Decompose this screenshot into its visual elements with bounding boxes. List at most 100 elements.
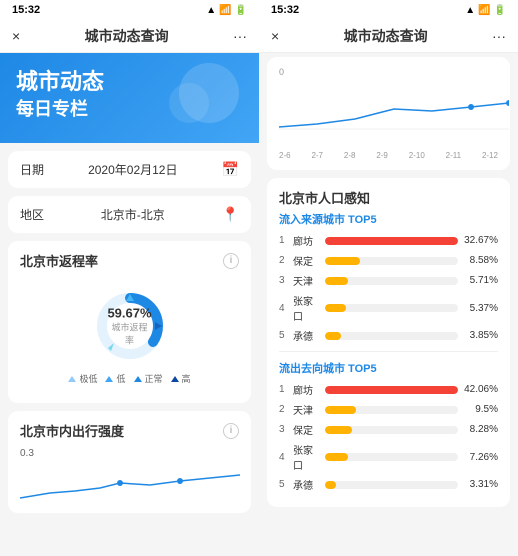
outflow-rank-1: 1	[279, 384, 289, 395]
inflow-rank-5: 5	[279, 330, 289, 341]
outflow-rank-5: 5	[279, 479, 289, 490]
label-3: 2-9	[376, 151, 388, 160]
outflow-pct-3: 8.28%	[462, 424, 498, 435]
outflow-label: 流出去向城市 TOP5	[279, 360, 498, 376]
label-5: 2-11	[446, 151, 461, 160]
outflow-track-4	[325, 453, 458, 461]
outflow-track-2	[325, 406, 458, 414]
wifi-icon-right: ▲	[465, 5, 475, 16]
hero-deco2	[169, 83, 209, 123]
return-rate-title: 北京市返程率	[20, 251, 98, 270]
activity-header: 北京市内出行强度 i	[20, 421, 239, 440]
outflow-name-2: 天津	[293, 402, 321, 417]
outflow-track-5	[325, 481, 458, 489]
outflow-bars: 1 廊坊 42.06% 2 天津 9.5% 3	[279, 382, 498, 492]
right-phone: 15:32 ▲ 📶 🔋 × 城市动态查询 ··· 0	[259, 0, 518, 556]
battery-icon-right: 🔋	[494, 5, 506, 16]
inflow-name-3: 天津	[293, 273, 321, 288]
inflow-fill-5	[325, 332, 341, 340]
status-icons-left: ▲ 📶 🔋	[206, 5, 247, 16]
label-1: 2-7	[311, 151, 323, 160]
bar-chart-area	[279, 79, 498, 149]
date-label: 日期	[20, 161, 44, 178]
legend-icon-3	[134, 376, 142, 382]
legend-item-4: 高	[171, 372, 191, 385]
legend-icon-4	[171, 376, 179, 382]
label-0: 2-6	[279, 151, 291, 160]
donut-container: 59.67% 城市返程率 极低 低 正常	[20, 278, 239, 393]
legend-label-4: 高	[182, 372, 191, 385]
outflow-rank-3: 3	[279, 424, 289, 435]
outflow-name-1: 廊坊	[293, 382, 321, 397]
line-chart-svg	[279, 89, 509, 139]
menu-icon-right[interactable]: ···	[492, 28, 506, 44]
outflow-row-1: 1 廊坊 42.06%	[279, 382, 498, 397]
legend-icon-2	[105, 376, 113, 382]
inflow-track-5	[325, 332, 458, 340]
label-4: 2-10	[409, 151, 425, 160]
outflow-rank-2: 2	[279, 404, 289, 415]
outflow-row-5: 5 承德 3.31%	[279, 477, 498, 492]
return-rate-card: 北京市返程率 i 59.67%	[8, 241, 251, 403]
inflow-row-5: 5 承德 3.85%	[279, 328, 498, 343]
inflow-rank-3: 3	[279, 275, 289, 286]
outflow-fill-4	[325, 453, 348, 461]
inflow-row-3: 3 天津 5.71%	[279, 273, 498, 288]
signal-icon-right: 📶	[478, 5, 490, 16]
location-icon[interactable]: 📍	[222, 206, 239, 223]
inflow-rank-4: 4	[279, 303, 289, 314]
outflow-fill-1	[325, 386, 458, 394]
inflow-row-1: 1 廊坊 32.67%	[279, 233, 498, 248]
donut-center: 59.67% 城市返程率	[107, 306, 151, 347]
legend-label-1: 极低	[79, 372, 97, 385]
inflow-rank-2: 2	[279, 255, 289, 266]
legend-label-2: 低	[116, 372, 125, 385]
outflow-pct-2: 9.5%	[462, 404, 498, 415]
date-card: 日期 2020年02月12日 📅	[8, 151, 251, 188]
outflow-name-4: 张家口	[293, 442, 321, 472]
line-chart-wrapper: 0 2-6 2-7 2-8 2-9 2-10 2-11 2	[279, 67, 498, 160]
inflow-label: 流入来源城市 TOP5	[279, 211, 498, 227]
region-field-row: 地区 北京市-北京 📍	[20, 206, 239, 223]
inflow-row-4: 4 张家口 5.37%	[279, 293, 498, 323]
inflow-track-3	[325, 277, 458, 285]
inflow-fill-3	[325, 277, 348, 285]
inflow-track-1	[325, 237, 458, 245]
activity-title: 北京市内出行强度	[20, 421, 124, 440]
inflow-name-1: 廊坊	[293, 233, 321, 248]
inflow-pct-4: 5.37%	[462, 303, 498, 314]
activity-value: 0.3	[20, 448, 239, 459]
calendar-icon[interactable]: 📅	[222, 161, 239, 178]
close-icon-right[interactable]: ×	[271, 28, 279, 44]
region-label: 地区	[20, 206, 44, 223]
donut-chart: 59.67% 城市返程率	[90, 286, 170, 366]
left-phone: 15:32 ▲ 📶 🔋 × 城市动态查询 ··· 城市动态 每日专栏 日期 20…	[0, 0, 259, 556]
signal-icon: 📶	[219, 5, 231, 16]
close-icon-left[interactable]: ×	[12, 28, 20, 44]
legend-item-1: 极低	[68, 372, 97, 385]
legend-icon-1	[68, 376, 76, 382]
divider	[279, 351, 498, 352]
inflow-bars: 1 廊坊 32.67% 2 保定 8.58%	[279, 233, 498, 343]
inflow-fill-1	[325, 237, 458, 245]
outflow-fill-3	[325, 426, 352, 434]
outflow-row-4: 4 张家口 7.26%	[279, 442, 498, 472]
outflow-name-3: 保定	[293, 422, 321, 437]
donut-legend: 极低 低 正常 高	[68, 372, 190, 385]
donut-sublabel: 城市返程率	[107, 321, 151, 347]
info-icon-activity[interactable]: i	[223, 423, 239, 439]
line-chart-card: 0 2-6 2-7 2-8 2-9 2-10 2-11 2	[267, 57, 510, 170]
chart-y-label: 0	[279, 67, 498, 77]
menu-icon-left[interactable]: ···	[233, 28, 247, 44]
time-left: 15:32	[12, 4, 40, 16]
inflow-name-5: 承德	[293, 328, 321, 343]
inflow-row-2: 2 保定 8.58%	[279, 253, 498, 268]
time-right: 15:32	[271, 4, 299, 16]
date-value: 2020年02月12日	[88, 161, 177, 178]
region-card: 地区 北京市-北京 📍	[8, 196, 251, 233]
outflow-fill-2	[325, 406, 356, 414]
battery-icon: 🔋	[235, 5, 247, 16]
wifi-icon: ▲	[206, 5, 216, 16]
hero-banner: 城市动态 每日专栏	[0, 53, 259, 143]
info-icon-return[interactable]: i	[223, 253, 239, 269]
